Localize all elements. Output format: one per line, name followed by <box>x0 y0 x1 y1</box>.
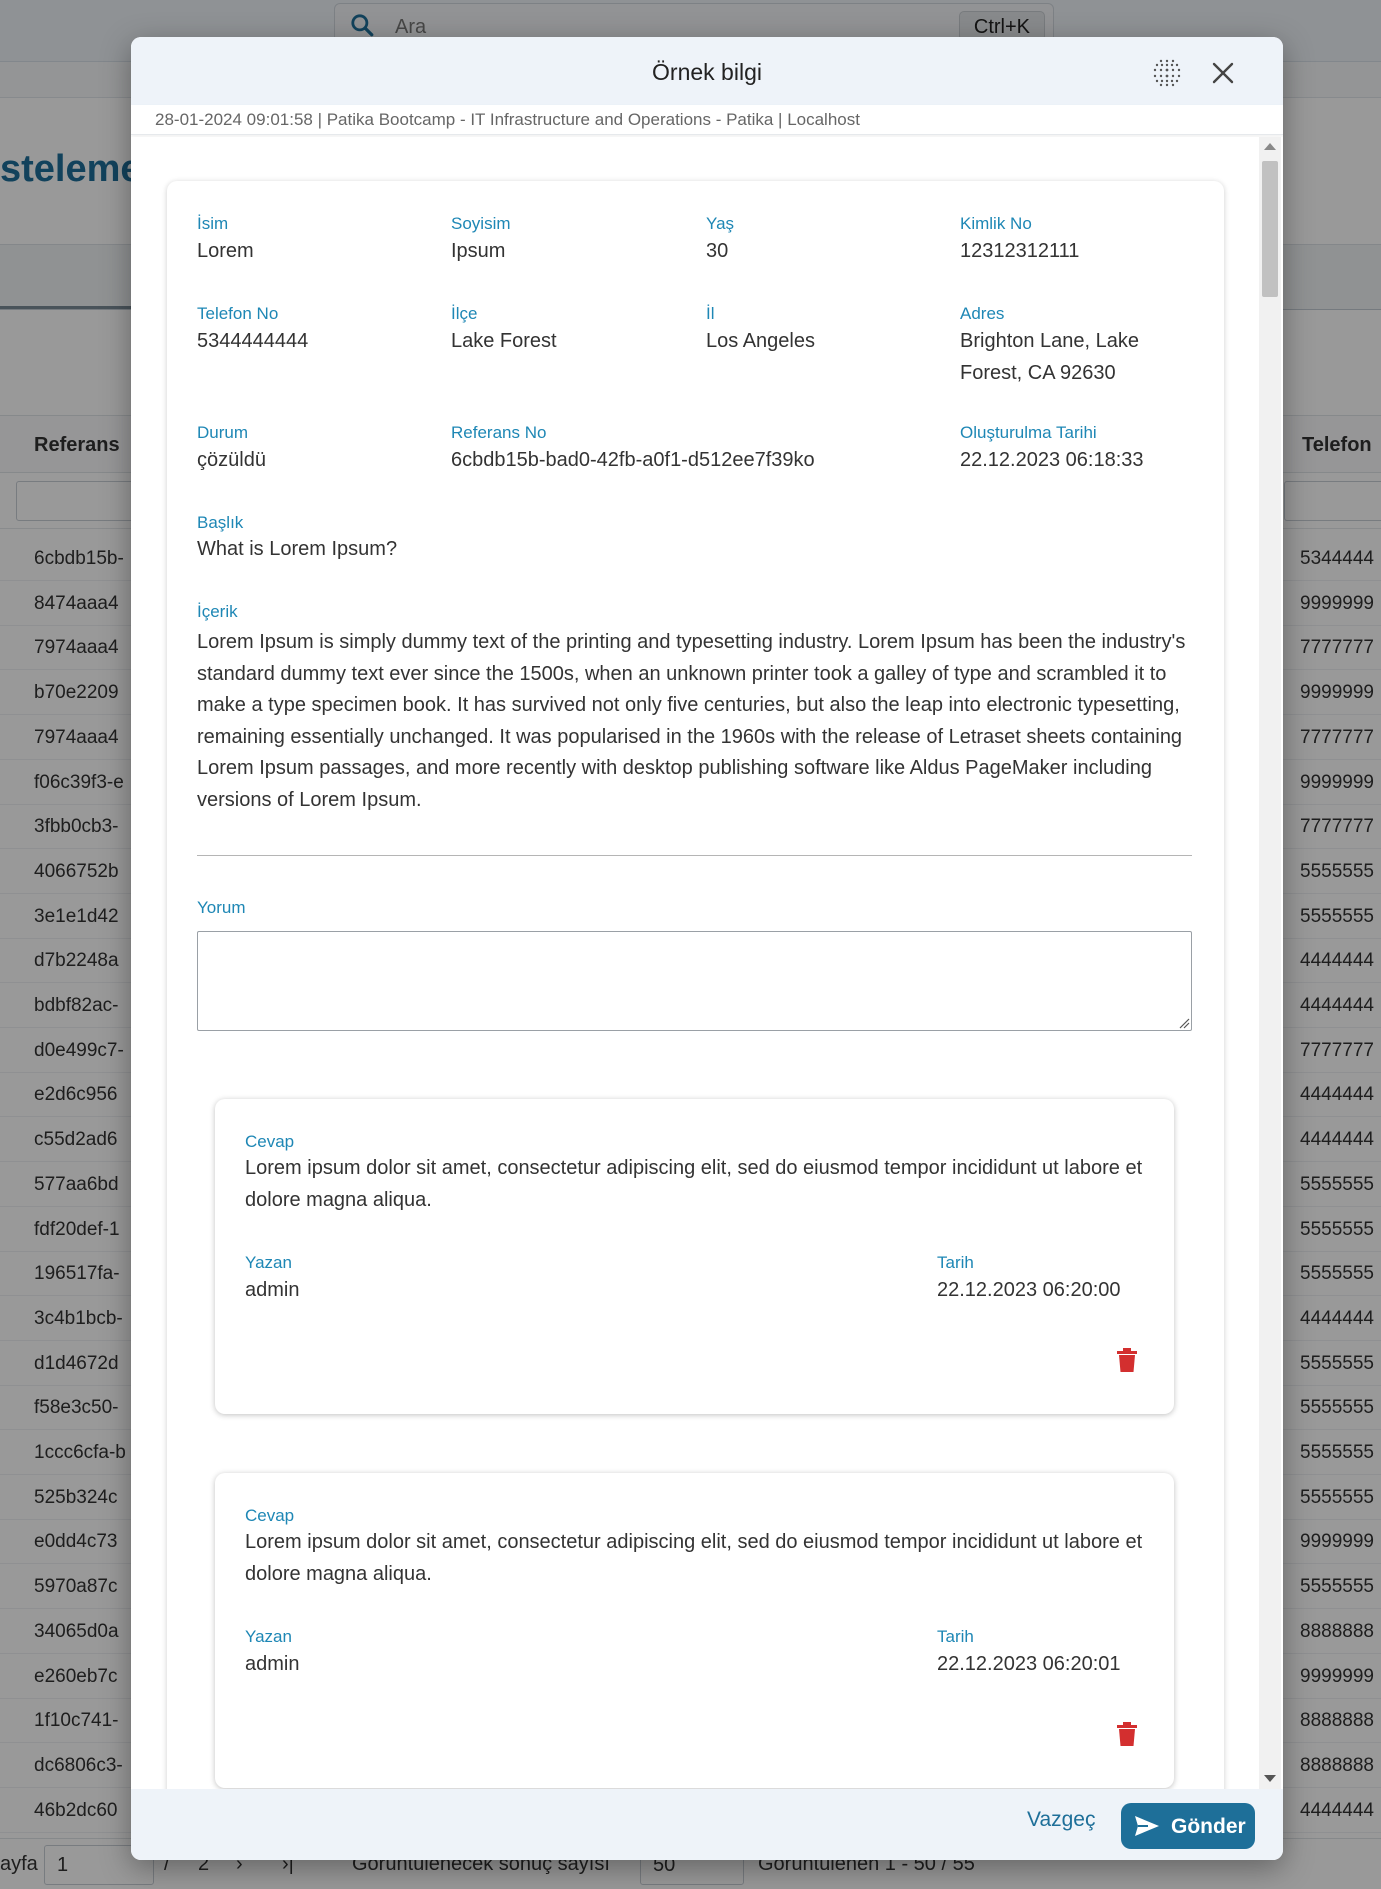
field-label-city: İl <box>706 304 715 323</box>
answer-card: Cevap Lorem ipsum dolor sit amet, consec… <box>215 1099 1174 1414</box>
date-value: 22.12.2023 06:20:01 <box>937 1653 1121 1675</box>
modal-body[interactable]: İsim Lorem Soyisim Ipsum Yaş 30 Kimlik N… <box>131 137 1283 1789</box>
field-label-phone: Telefon No <box>197 304 279 323</box>
send-icon <box>1135 1816 1159 1836</box>
section-divider <box>197 855 1192 856</box>
field-label-content: İçerik <box>197 602 238 621</box>
field-value-content: Lorem Ipsum is simply dummy text of the … <box>197 631 1186 811</box>
field-value-created: 22.12.2023 06:18:33 <box>960 449 1144 471</box>
field-label-status: Durum <box>197 423 249 442</box>
modal-footer: Vazgeç Gönder <box>131 1789 1283 1860</box>
comment-textarea[interactable] <box>197 931 1192 1031</box>
answer-label: Cevap <box>245 1506 295 1525</box>
field-value-ref-no: 6cbdb15b-bad0-42fb-a0f1-d512ee7f39ko <box>451 449 815 471</box>
comment-label: Yorum <box>197 898 246 917</box>
detail-card: İsim Lorem Soyisim Ipsum Yaş 30 Kimlik N… <box>167 181 1224 1789</box>
field-value-district: Lake Forest <box>451 330 557 352</box>
resize-grip-icon[interactable] <box>1178 1017 1190 1029</box>
send-button[interactable]: Gönder <box>1121 1803 1255 1849</box>
field-label-district: İlçe <box>451 304 478 323</box>
author-value: admin <box>245 1653 300 1675</box>
field-value-subject: What is Lorem Ipsum? <box>197 538 398 560</box>
field-value-name: Lorem <box>197 240 254 262</box>
field-value-address: Brighton Lane, Lake Forest, CA 92630 <box>960 330 1140 384</box>
scrollbar-thumb[interactable] <box>1262 161 1278 297</box>
trash-icon[interactable] <box>1115 1721 1139 1747</box>
scroll-down-icon[interactable] <box>1264 1775 1276 1782</box>
modal-header: Örnek bilgi <box>131 37 1283 105</box>
answer-label: Cevap <box>245 1132 295 1151</box>
modal-title: Örnek bilgi <box>652 59 762 85</box>
author-value: admin <box>245 1279 300 1301</box>
field-label-subject: Başlık <box>197 513 244 532</box>
field-label-ref-no: Referans No <box>451 423 547 442</box>
field-label-id-no: Kimlik No <box>960 214 1032 233</box>
date-value: 22.12.2023 06:20:00 <box>937 1279 1121 1301</box>
field-value-surname: Ipsum <box>451 240 506 262</box>
field-label-name: İsim <box>197 214 229 233</box>
field-value-city: Los Angeles <box>706 330 815 352</box>
field-label-created: Oluşturulma Tarihi <box>960 423 1097 442</box>
record-meta-bar: 28-01-2024 09:01:58 | Patika Bootcamp - … <box>131 105 1283 135</box>
date-label: Tarih <box>937 1253 974 1272</box>
field-value-age: 30 <box>706 240 729 262</box>
answer-text: Lorem ipsum dolor sit amet, consectetur … <box>245 1531 1143 1585</box>
grid-dots-icon[interactable] <box>1151 57 1183 89</box>
scroll-up-icon[interactable] <box>1264 143 1276 150</box>
author-label: Yazan <box>245 1253 292 1272</box>
field-value-phone: 5344444444 <box>197 330 309 352</box>
send-button-label: Gönder <box>1171 1815 1246 1838</box>
answer-text: Lorem ipsum dolor sit amet, consectetur … <box>245 1157 1143 1211</box>
close-icon[interactable] <box>1207 57 1239 89</box>
answer-card: Cevap Lorem ipsum dolor sit amet, consec… <box>215 1473 1174 1788</box>
field-label-surname: Soyisim <box>451 214 511 233</box>
author-label: Yazan <box>245 1627 292 1646</box>
field-value-status: çözüldü <box>197 449 266 471</box>
field-label-address: Adres <box>960 304 1005 323</box>
trash-icon[interactable] <box>1115 1347 1139 1373</box>
detail-modal: Örnek bilgi 28-01-2024 09:01:58 | Patika… <box>131 37 1283 1860</box>
record-meta: 28-01-2024 09:01:58 | Patika Bootcamp - … <box>155 110 860 129</box>
field-label-age: Yaş <box>706 214 735 233</box>
cancel-button[interactable]: Vazgeç <box>1027 1808 1096 1832</box>
date-label: Tarih <box>937 1627 974 1646</box>
modal-scrollbar[interactable] <box>1259 137 1281 1789</box>
field-value-id-no: 12312312111 <box>960 240 1080 262</box>
